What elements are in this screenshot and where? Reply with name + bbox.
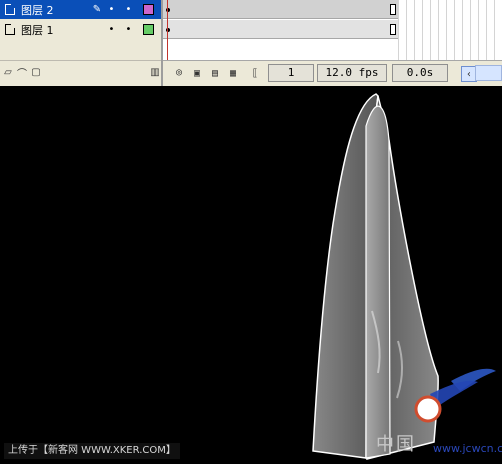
timeline-status-bar: ⌾ ▣ ▤ ▦ ⟦ 1 12.0 fps 0.0s ‹ [163, 60, 502, 86]
stage-canvas[interactable]: 上传于【新客网 WWW.XKER.COM】 中国 www.jcwcn.com [0, 86, 502, 464]
end-frame-icon[interactable] [390, 24, 396, 35]
insert-folder-icon[interactable]: ▢ [30, 66, 42, 78]
layer-color-swatch[interactable] [143, 4, 154, 15]
center-frame-icon[interactable]: ⌾ [173, 67, 185, 79]
insert-layer-icon[interactable]: ▱ [2, 66, 14, 78]
current-frame: 1 [268, 64, 314, 82]
frames-area [163, 0, 502, 60]
lock-dot-icon[interactable]: • [120, 24, 137, 35]
horizontal-scrollbar[interactable] [475, 65, 502, 81]
pencil-icon: ✎ [92, 4, 102, 15]
upload-watermark: 上传于【新客网 WWW.XKER.COM】 [4, 443, 180, 459]
visibility-dot-icon[interactable]: • [103, 4, 120, 15]
trash-icon[interactable]: ▥ [149, 66, 161, 78]
layer-tools: ▱ ⌒ ▢ ▥ [0, 60, 161, 83]
frame-row-layer-2[interactable] [163, 0, 398, 19]
veil-shape [312, 93, 496, 460]
layer-color-swatch[interactable] [143, 24, 154, 35]
site-watermark: www.jcwcn.com [433, 442, 502, 455]
frame-grid [398, 0, 502, 60]
edit-multiple-frames-icon[interactable]: ▦ [227, 67, 239, 79]
add-guide-icon[interactable]: ⌒ [16, 66, 28, 80]
veil-center-panel [365, 105, 391, 459]
layer-name: 图层 2 [21, 3, 54, 17]
layer-icon [5, 24, 15, 35]
elapsed-time: 0.0s [392, 64, 448, 82]
layer-row-1[interactable]: 图层 1 • • [0, 20, 161, 39]
frame-row-layer-1[interactable] [163, 20, 398, 39]
onion-skin-icon[interactable]: ▣ [191, 67, 203, 79]
lock-dot-icon[interactable]: • [120, 4, 137, 15]
layer-row-2[interactable]: 图层 2 ✎ • • [0, 0, 161, 19]
modify-markers-icon[interactable]: ⟦ [249, 67, 261, 79]
layers-panel: 图层 2 ✎ • • 图层 1 • • ▱ ⌒ ▢ ▥ [0, 0, 163, 86]
onion-outline-icon[interactable]: ▤ [209, 67, 221, 79]
layer-icon [5, 4, 15, 15]
end-frame-icon[interactable] [390, 4, 396, 15]
frame-rate: 12.0 fps [317, 64, 387, 82]
layer-name: 图层 1 [21, 23, 54, 37]
visibility-dot-icon[interactable]: • [103, 24, 120, 35]
logo-circle-icon [414, 395, 442, 423]
timeline-panel: 图层 2 ✎ • • 图层 1 • • ▱ ⌒ ▢ ▥ ⌾ ▣ ▤ ▦ ⟦ 1 … [0, 0, 502, 86]
china-watermark: 中国 [376, 434, 416, 455]
